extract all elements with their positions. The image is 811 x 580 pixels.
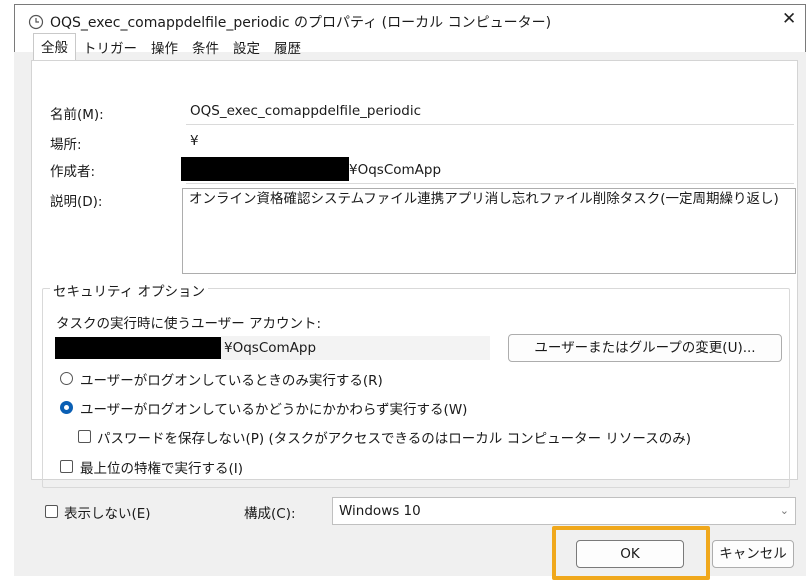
tab-triggers[interactable]: トリガー [76,36,144,62]
change-user-button[interactable]: ユーザーまたはグループの変更(U)... [508,334,782,362]
checkbox-hidden[interactable] [45,505,58,518]
account-field: ¥OqsComApp [224,340,317,356]
tab-conditions[interactable]: 条件 [185,36,226,62]
checkbox-do-not-store-password-label[interactable]: パスワードを保存しない(P) (タスクがアクセスできるのはローカル コンピュータ… [97,427,691,447]
cancel-button[interactable]: キャンセル [712,540,794,568]
name-label: 名前(M): [50,107,104,123]
close-icon[interactable]: ✕ [782,9,796,29]
checkbox-hidden-label[interactable]: 表示しない(E) [64,502,151,522]
config-combobox-value: Windows 10 [339,503,421,519]
tab-actions[interactable]: 操作 [144,36,185,62]
tab-settings[interactable]: 設定 [226,36,267,62]
radio-run-whether-logged-on-label[interactable]: ユーザーがログオンしているかどうかにかかわらず実行する(W) [80,398,467,418]
clock-icon [28,14,44,30]
author-field: ¥OqsComApp [349,162,442,178]
checkbox-highest-privileges-label[interactable]: 最上位の特権で実行する(I) [80,457,243,477]
account-redaction [55,337,221,359]
author-redaction [181,157,349,181]
description-label: 説明(D): [50,194,103,210]
description-textarea[interactable]: オンライン資格確認システムファイル連携アプリ消し忘れファイル削除タスク(一定周期… [182,188,796,274]
checkbox-highest-privileges[interactable] [60,460,73,473]
config-combobox[interactable]: Windows 10 ⌄ [332,497,796,525]
security-options-legend: セキュリティ オプション [50,280,208,300]
config-label: 構成(C): [244,506,296,522]
chevron-down-icon: ⌄ [779,504,789,517]
radio-run-when-logged-on-label[interactable]: ユーザーがログオンしているときのみ実行する(R) [80,369,383,389]
tab-history[interactable]: 履歴 [267,36,308,62]
checkbox-do-not-store-password[interactable] [78,430,91,443]
tab-strip: 全般 トリガー 操作 条件 設定 履歴 [33,33,308,63]
author-underline [186,183,794,184]
tab-general[interactable]: 全般 [33,33,76,63]
location-label: 場所: [50,137,82,153]
window-title: OQS_exec_comappdelfile_periodic のプロパティ (… [50,15,552,31]
name-field[interactable]: OQS_exec_comappdelfile_periodic [190,103,421,119]
name-underline [186,124,794,125]
ok-button[interactable]: OK [576,540,684,568]
radio-run-whether-logged-on[interactable] [60,401,73,414]
account-label: タスクの実行時に使うユーザー アカウント: [56,316,322,332]
author-label: 作成者: [50,164,96,180]
radio-run-when-logged-on[interactable] [60,372,73,385]
location-field: ¥ [190,133,199,149]
